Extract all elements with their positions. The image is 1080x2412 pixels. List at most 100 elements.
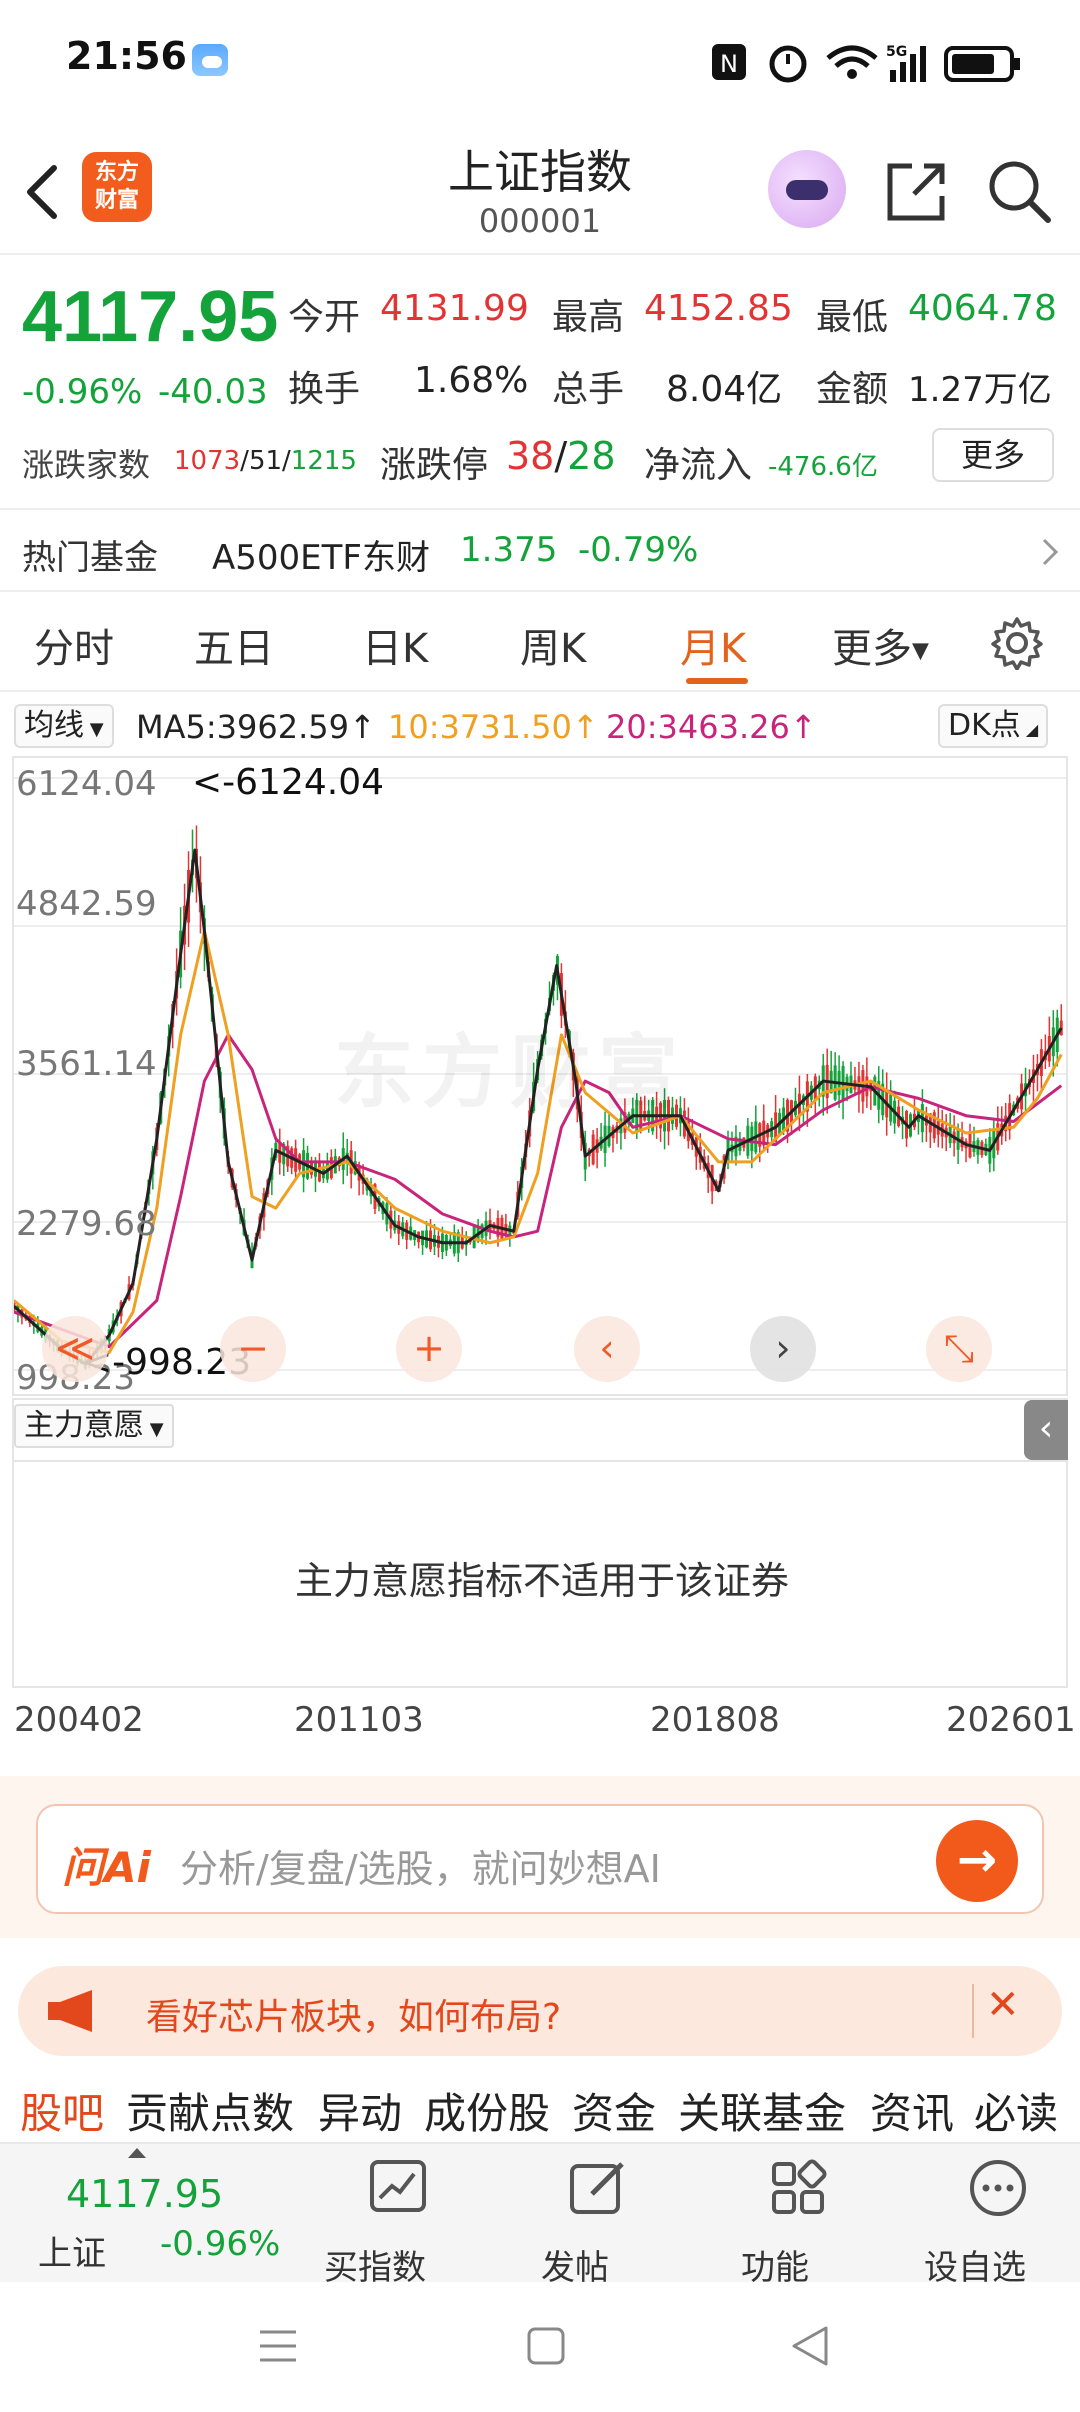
ai-brand-logo: 问Ai <box>62 1843 151 1892</box>
hot-fund-bar[interactable]: 热门基金 A500ETF东财 1.375 -0.79% <box>0 508 1080 592</box>
tab-related-funds[interactable]: 关联基金 <box>678 2080 846 2141</box>
more-dots-icon <box>969 2160 1026 2216</box>
breadth-label: 涨跌家数 <box>22 446 151 484</box>
menu-icon[interactable] <box>258 2326 298 2366</box>
tab-must-read[interactable]: 必读 <box>974 2080 1058 2141</box>
system-nav-bar <box>0 2282 1080 2412</box>
hot-fund-price: 1.375 <box>460 530 558 570</box>
ma-line-10 <box>14 929 1063 1354</box>
ai-placeholder: 分析/复盘/选股，就问妙想AI <box>180 1847 661 1891</box>
add-watchlist-button[interactable]: 设自选 <box>900 2158 1050 2288</box>
network-label: 5G <box>886 44 907 60</box>
home-icon[interactable] <box>526 2326 566 2366</box>
tab-monthly-k[interactable]: 月K <box>680 616 746 674</box>
tab-five-day[interactable]: 五日 <box>194 616 274 674</box>
scroll-left-fast-button[interactable]: ≪ <box>42 1316 108 1382</box>
dock-change: -0.96% <box>160 2224 281 2264</box>
tab-more[interactable]: 更多▼ <box>832 616 929 674</box>
watermark: 东方财富 <box>334 1026 686 1119</box>
tab-weekly-k[interactable]: 周K <box>520 616 586 674</box>
indicator-panel: 主力意愿 ▼ 主力意愿指标不适用于该证券 <box>12 1398 1068 1688</box>
svg-text:N: N <box>720 50 738 78</box>
post-button[interactable]: 发帖 <box>500 2158 650 2288</box>
kline-chart[interactable]: 6124.04 4842.59 3561.14 2279.68 998.23 <… <box>12 756 1068 1398</box>
bottom-dock: 4117.95 上证 -0.96% 买指数 发帖 功能 设自选 <box>0 2142 1080 2288</box>
change-amount: -40.03 <box>158 372 268 412</box>
share-icon[interactable] <box>884 160 948 224</box>
volume-value: 8.04亿 <box>666 369 783 410</box>
more-button[interactable]: 更多 <box>932 428 1054 482</box>
period-tabs: 分时 五日 日K 周K 月K 更多▼ <box>0 592 1080 692</box>
tab-guba[interactable]: 股吧 <box>20 2080 104 2141</box>
turnover-value: 1.68% <box>414 360 529 401</box>
tab-capital[interactable]: 资金 <box>572 2080 656 2141</box>
ai-assistant-avatar[interactable] <box>768 150 846 228</box>
last-price: 4117.95 <box>22 277 279 357</box>
chevron-right-icon <box>1042 538 1059 566</box>
hot-fund-change: -0.79% <box>578 530 699 570</box>
weather-icon <box>192 44 228 76</box>
clock: 21:56 <box>66 34 187 78</box>
dropdown-icon: ▼ <box>912 638 929 664</box>
indicator-selector[interactable]: 主力意愿 ▼ <box>14 1404 174 1448</box>
ai-input[interactable]: 问Ai 分析/复盘/选股，就问妙想AI → <box>36 1804 1044 1914</box>
ma-legend-row: 均线 ▼ MA5:3962.59↑ 10:3731.50↑ 20:3463.26… <box>0 700 1080 752</box>
ai-submit-button[interactable]: → <box>936 1820 1018 1902</box>
tab-movement[interactable]: 异动 <box>318 2080 402 2141</box>
open-value: 4131.99 <box>380 288 529 329</box>
x-tick-label: 201808 <box>650 1700 780 1740</box>
high-value: 4152.85 <box>644 288 793 329</box>
y-tick-label: 2279.68 <box>16 1204 157 1244</box>
dropdown-icon: ▼ <box>84 719 104 740</box>
search-icon[interactable] <box>986 158 1052 224</box>
tab-news[interactable]: 资讯 <box>870 2080 954 2141</box>
buy-index-button[interactable]: 买指数 <box>300 2158 450 2288</box>
max-annotation: <-6124.04 <box>192 762 385 803</box>
hot-fund-name: A500ETF东财 <box>212 538 430 578</box>
chart-line-icon <box>369 2160 426 2212</box>
low-label: 最低 <box>816 297 889 338</box>
tab-intraday[interactable]: 分时 <box>34 616 114 674</box>
functions-button[interactable]: 功能 <box>700 2158 850 2288</box>
ai-bar: 问Ai 分析/复盘/选股，就问妙想AI → <box>0 1776 1080 1938</box>
promo-banner[interactable]: 看好芯片板块，如何布局? ✕ <box>18 1966 1062 2056</box>
x-tick-label: 202601 <box>946 1700 1076 1740</box>
close-icon[interactable]: ✕ <box>986 1982 1020 2028</box>
fullscreen-button[interactable]: ⤡ <box>926 1316 992 1382</box>
zoom-out-button[interactable]: − <box>220 1316 286 1382</box>
promo-text: 看好芯片板块，如何布局? <box>146 1997 562 2038</box>
wifi-icon <box>826 45 878 79</box>
dropdown-icon: ▼ <box>144 1419 164 1440</box>
breadth-values: 1073/51/1215 <box>174 446 357 476</box>
limit-values: 38/28 <box>506 434 616 478</box>
back-nav-icon[interactable] <box>790 2324 830 2368</box>
scroll-right-button[interactable]: › <box>750 1316 816 1382</box>
open-label: 今开 <box>288 297 361 338</box>
ma20-value: 20:3463.26↑ <box>606 708 817 746</box>
settings-gear-icon[interactable] <box>990 616 1044 670</box>
tab-daily-k[interactable]: 日K <box>362 616 428 674</box>
high-label: 最高 <box>552 297 625 338</box>
dock-price: 4117.95 <box>66 2172 224 2216</box>
indicator-message: 主力意愿指标不适用于该证券 <box>294 1559 789 1603</box>
status-icons: N 5G <box>712 44 1020 83</box>
collapse-panel-button[interactable]: ‹ <box>1024 1400 1068 1460</box>
header: 东方 财富 上证指数 000001 <box>0 130 1080 255</box>
status-bar: 21:56 N 5G <box>0 0 1080 120</box>
volume-label: 总手 <box>552 369 625 410</box>
tab-contribution[interactable]: 贡献点数 <box>126 2080 294 2141</box>
x-tick-label: 201103 <box>294 1700 424 1740</box>
zoom-in-button[interactable]: + <box>396 1316 462 1382</box>
scroll-left-button[interactable]: ‹ <box>574 1316 640 1382</box>
nfc-icon: N <box>712 44 746 80</box>
ma-selector[interactable]: 均线 ▼ <box>14 704 114 748</box>
turnover-label: 换手 <box>288 369 361 410</box>
tab-components[interactable]: 成份股 <box>424 2080 550 2141</box>
dk-point-button[interactable]: DK点 ◢ <box>938 704 1049 748</box>
x-tick-label: 200402 <box>14 1700 144 1740</box>
y-tick-label: 4842.59 <box>16 884 157 924</box>
y-tick-label: 6124.04 <box>16 764 157 804</box>
battery-icon <box>944 46 1020 82</box>
y-tick-label: 3561.14 <box>16 1044 157 1084</box>
ma10-value: 10:3731.50↑ <box>388 708 599 746</box>
